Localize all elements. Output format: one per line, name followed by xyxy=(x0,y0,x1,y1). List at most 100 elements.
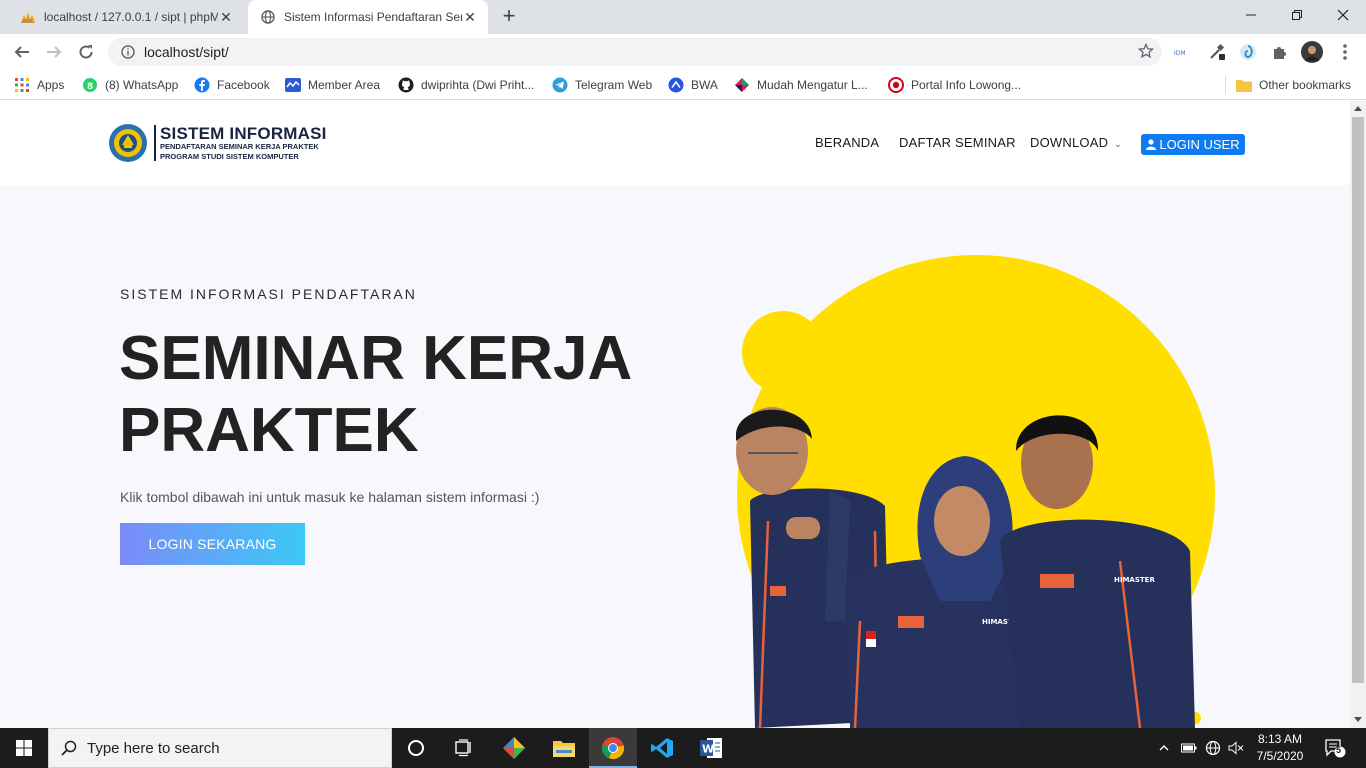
logo-program: PROGRAM STUDI SISTEM KOMPUTER xyxy=(160,151,299,161)
start-button[interactable] xyxy=(0,728,48,768)
bookmark-other-bookmarks[interactable]: Other bookmarks xyxy=(1236,76,1351,94)
whatsapp-icon: 8 xyxy=(82,77,98,93)
scroll-up-arrow-icon[interactable] xyxy=(1354,106,1362,111)
new-tab-button[interactable]: + xyxy=(498,5,520,28)
site-logo[interactable]: SISTEM INFORMASI PENDAFTARAN SEMINAR KER… xyxy=(108,123,327,163)
address-bar[interactable]: localhost/sipt/ xyxy=(108,38,1162,66)
extension-spiral-icon[interactable] xyxy=(1237,41,1259,63)
nav-download-dropdown[interactable]: DOWNLOAD ⌄ xyxy=(1030,135,1122,150)
taskbar-app-vscode[interactable] xyxy=(638,728,686,768)
github-icon xyxy=(398,77,414,93)
git-client-icon xyxy=(503,737,525,759)
phpmyadmin-icon: PMA xyxy=(20,9,36,25)
bookmark-whatsapp[interactable]: 8 (8) WhatsApp xyxy=(82,76,178,94)
yellow-dot-top xyxy=(835,359,853,377)
folder-icon xyxy=(1236,77,1252,93)
bookmark-github[interactable]: dwiprihta (Dwi Priht... xyxy=(398,76,534,94)
url-text[interactable]: localhost/sipt/ xyxy=(144,44,229,60)
info-icon[interactable] xyxy=(114,45,142,59)
logo-title: SISTEM INFORMASI xyxy=(160,123,327,143)
svg-text:W: W xyxy=(702,743,714,756)
taskbar-app-git[interactable] xyxy=(490,728,538,768)
logo-divider xyxy=(154,125,156,161)
taskbar-clock[interactable]: 8:13 AM 7/5/2020 xyxy=(1250,731,1310,765)
clock-date: 7/5/2020 xyxy=(1256,749,1304,763)
page-viewport: SISTEM INFORMASI PENDAFTARAN SEMINAR KER… xyxy=(0,101,1350,728)
bookmark-portal-info[interactable]: Portal Info Lowong... xyxy=(888,76,1021,94)
login-user-button[interactable]: LOGIN USER xyxy=(1141,134,1245,155)
tab-sistem-informasi[interactable]: Sistem Informasi Pendaftaran Seminar ✕ xyxy=(248,0,488,34)
tab-phpmyadmin[interactable]: PMA localhost / 127.0.0.1 / sipt | phpMy… xyxy=(8,0,244,34)
network-tray-button[interactable] xyxy=(1204,728,1222,768)
nav-daftar-seminar[interactable]: DAFTAR SEMINAR xyxy=(899,135,1016,150)
speaker-muted-icon xyxy=(1228,741,1244,755)
globe-icon xyxy=(260,9,276,25)
tab-title: Sistem Informasi Pendaftaran Seminar xyxy=(284,10,462,24)
bookmark-telegram[interactable]: Telegram Web xyxy=(552,76,652,94)
scroll-down-arrow-icon[interactable] xyxy=(1354,717,1362,722)
svg-text:8: 8 xyxy=(87,82,93,92)
battery-icon xyxy=(1181,743,1197,753)
scrollbar-thumb[interactable] xyxy=(1352,117,1364,683)
taskbar-app-word[interactable]: W xyxy=(687,728,735,768)
cortana-button[interactable] xyxy=(392,728,440,768)
chevron-up-icon xyxy=(1159,745,1169,751)
search-icon xyxy=(61,740,77,756)
minimize-button[interactable] xyxy=(1228,0,1274,30)
bookmark-label: (8) WhatsApp xyxy=(105,78,179,92)
bookmark-apps[interactable]: Apps xyxy=(14,76,64,94)
profile-avatar[interactable] xyxy=(1301,41,1323,63)
bookmark-label: Member Area xyxy=(308,78,381,92)
reload-button[interactable] xyxy=(72,38,100,66)
hero-description: Klik tombol dibawah ini untuk masuk ke h… xyxy=(120,489,540,505)
close-window-button[interactable] xyxy=(1320,0,1366,30)
site-header: SISTEM INFORMASI PENDAFTARAN SEMINAR KER… xyxy=(0,101,1350,185)
battery-tray-button[interactable] xyxy=(1180,728,1198,768)
hero-eyebrow: SISTEM INFORMASI PENDAFTARAN xyxy=(120,286,417,302)
extension-eyedropper-icon[interactable] xyxy=(1206,41,1228,63)
action-center-button[interactable]: 5 xyxy=(1320,728,1350,768)
tab-title: localhost / 127.0.0.1 / sipt | phpMyAdmi… xyxy=(44,10,218,24)
page-scrollbar[interactable] xyxy=(1350,101,1366,728)
browser-toolbar: localhost/sipt/ IDM xyxy=(0,34,1366,70)
member-area-icon xyxy=(285,77,301,93)
bookmark-member-area[interactable]: Member Area xyxy=(285,76,380,94)
extension-dict-icon[interactable]: IDM xyxy=(1173,41,1195,63)
nav-download-label: DOWNLOAD xyxy=(1030,135,1109,150)
bookmark-label: Other bookmarks xyxy=(1259,78,1352,92)
word-icon: W xyxy=(700,738,722,758)
chrome-menu-icon[interactable] xyxy=(1334,41,1356,63)
bookmark-facebook[interactable]: Facebook xyxy=(194,76,270,94)
login-sekarang-button[interactable]: LOGIN SEKARANG xyxy=(120,523,305,565)
volume-tray-button[interactable] xyxy=(1227,728,1245,768)
bookmark-label: Portal Info Lowong... xyxy=(911,78,1022,92)
hero-title: SEMINAR KERJA PRAKTEK xyxy=(119,324,630,465)
close-tab-icon[interactable]: ✕ xyxy=(462,9,478,25)
chevron-down-icon: ⌄ xyxy=(1114,139,1122,149)
svg-text:IDM: IDM xyxy=(1174,50,1186,57)
bookmarks-bar: Apps 8 (8) WhatsApp Facebook Member Area… xyxy=(0,70,1366,100)
extensions-puzzle-icon[interactable] xyxy=(1269,41,1291,63)
restore-button[interactable] xyxy=(1274,0,1320,30)
taskbar-app-chrome[interactable] xyxy=(589,728,637,768)
task-view-button[interactable] xyxy=(440,728,488,768)
task-view-icon xyxy=(455,739,471,757)
nav-beranda[interactable]: BERANDA xyxy=(815,135,879,150)
bookmark-bwa[interactable]: BWA xyxy=(668,76,718,94)
bookmark-mudah-mengatur[interactable]: Mudah Mengatur L... xyxy=(734,76,868,94)
taskbar-search-box[interactable]: Type here to search xyxy=(48,728,392,768)
bookmark-label: Apps xyxy=(37,78,65,92)
browser-tab-strip: PMA localhost / 127.0.0.1 / sipt | phpMy… xyxy=(0,0,1366,34)
close-tab-icon[interactable]: ✕ xyxy=(218,9,234,25)
vscode-icon xyxy=(651,738,673,758)
telegram-icon xyxy=(552,77,568,93)
back-button[interactable] xyxy=(8,38,36,66)
mudah-icon xyxy=(734,77,750,93)
taskbar-app-file-explorer[interactable] xyxy=(540,728,588,768)
windows-logo-icon xyxy=(16,740,32,756)
bookmark-star-icon[interactable] xyxy=(1137,42,1155,64)
forward-button[interactable] xyxy=(40,38,68,66)
clock-time: 8:13 AM xyxy=(1257,732,1303,746)
show-hidden-icons-button[interactable] xyxy=(1156,728,1172,768)
bookmark-label: BWA xyxy=(691,78,718,92)
